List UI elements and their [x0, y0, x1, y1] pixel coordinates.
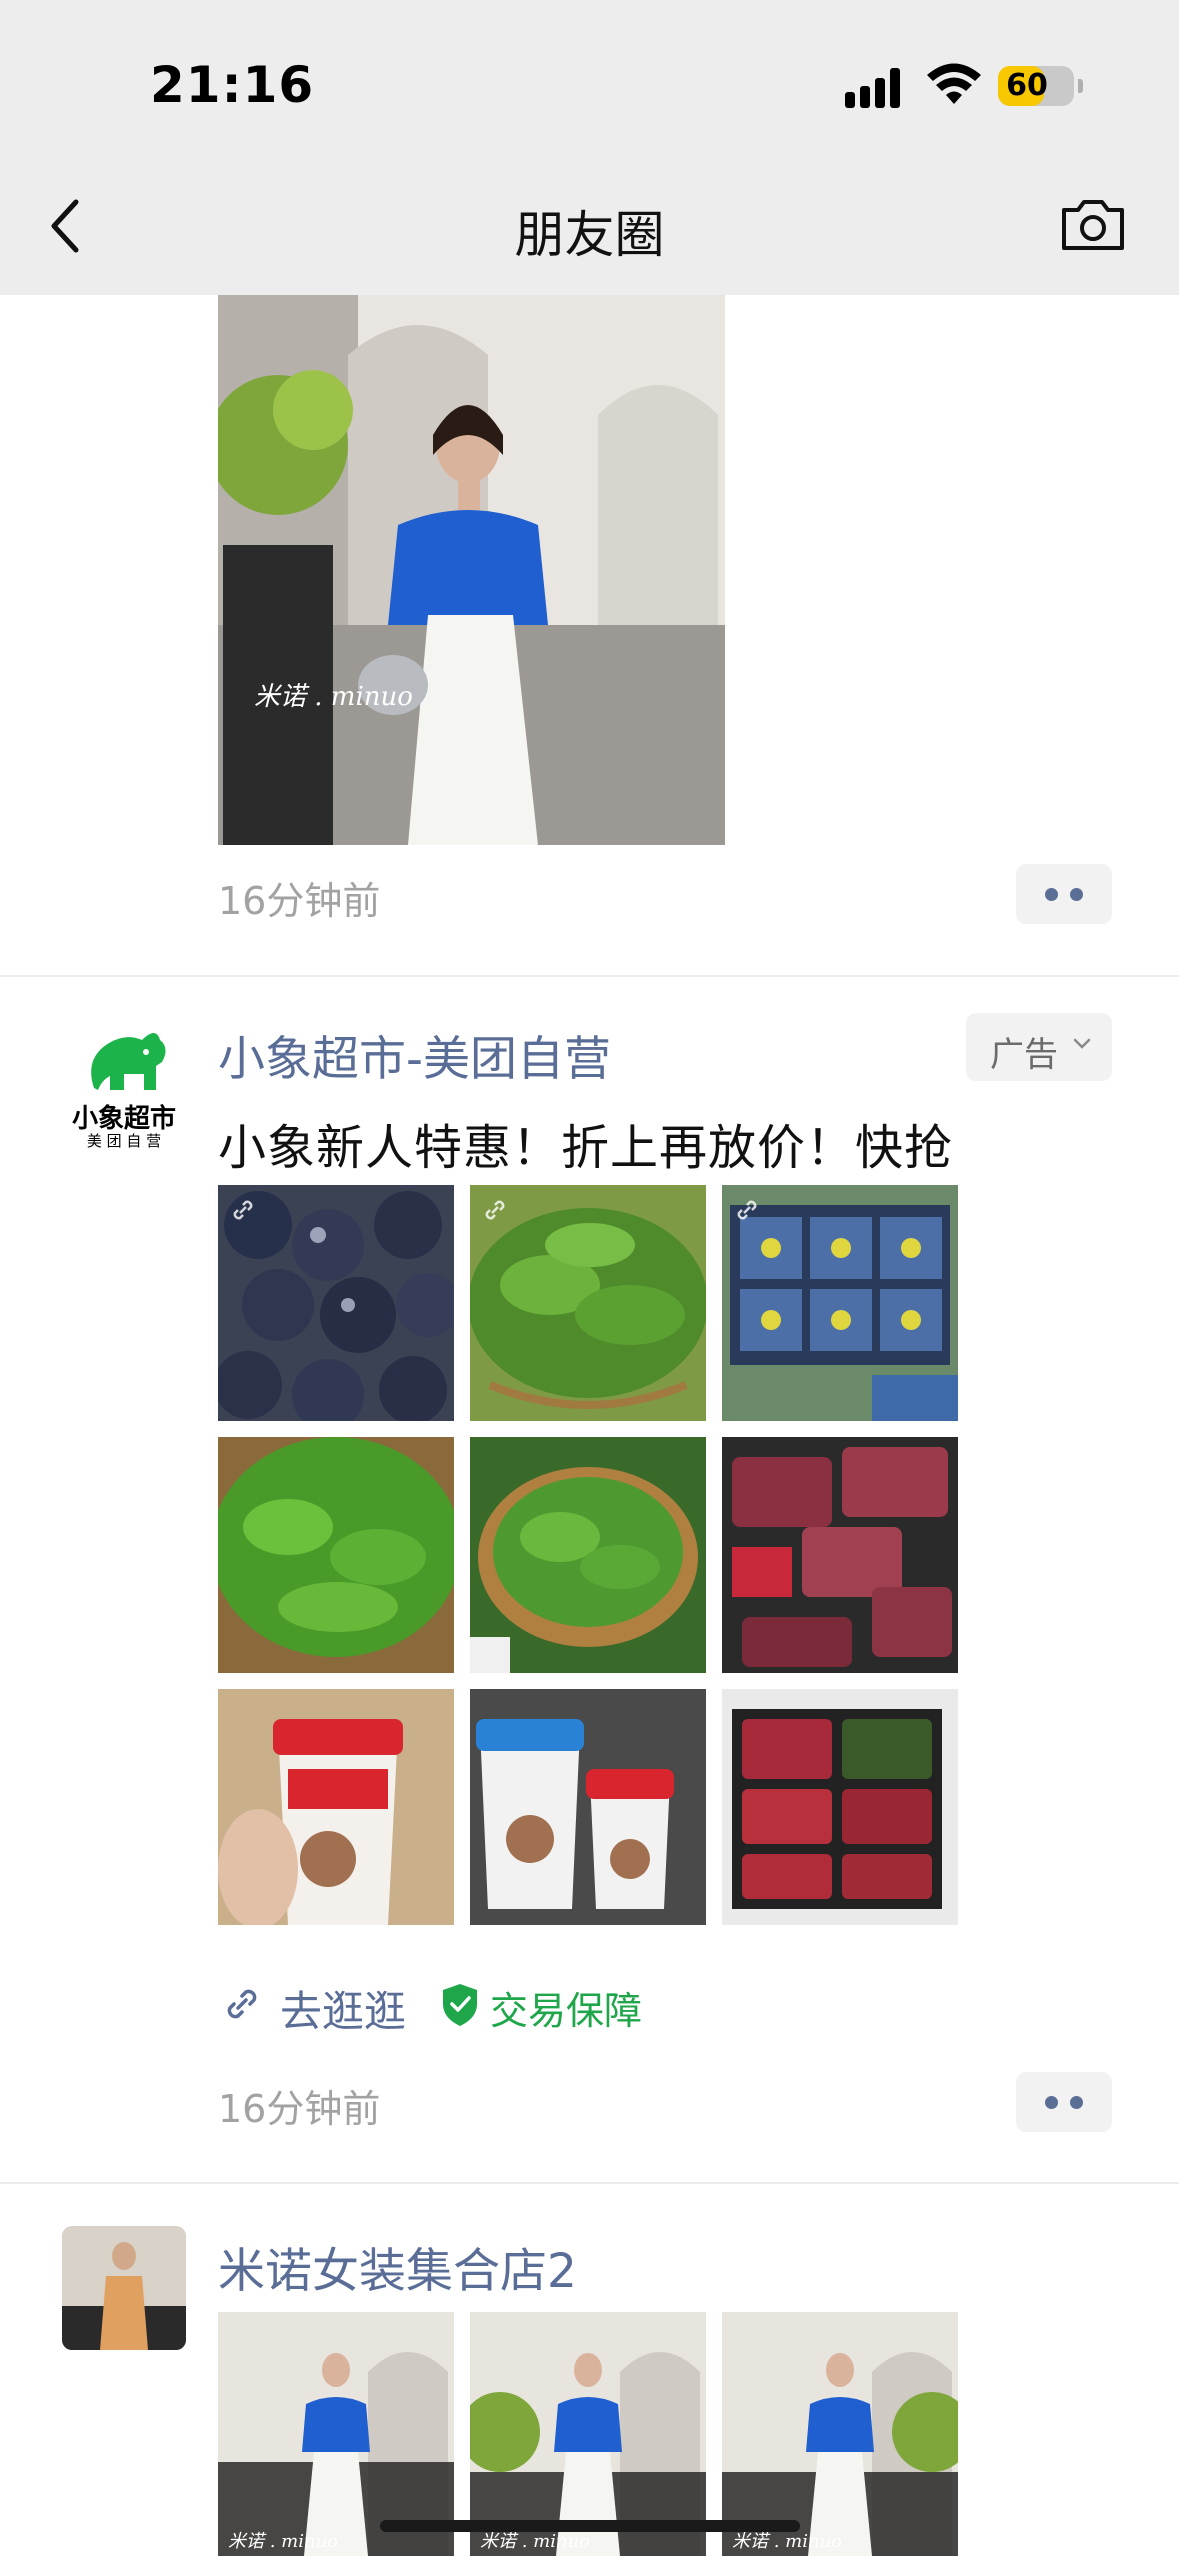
grid-image-pea-shoots-basket[interactable] [218, 1437, 454, 1673]
visit-link-label: 去逛逛 [280, 1987, 407, 2036]
grid-image-yogurt-cups[interactable] [470, 1689, 706, 1925]
post-divider [0, 975, 1179, 977]
more-dots-icon[interactable] [1016, 2072, 1112, 2132]
post-time: 16分钟前 [218, 2087, 381, 2131]
camera-icon[interactable] [1058, 196, 1128, 254]
guarantee-label: 交易保障 [490, 1989, 643, 2033]
grid-image-beef-trays[interactable] [722, 1437, 958, 1673]
wifi-icon [927, 63, 981, 104]
home-indicator[interactable] [380, 2520, 800, 2532]
grid-image-greens-basket[interactable] [470, 1437, 706, 1673]
ad-label: 广告 [990, 1035, 1058, 1075]
cellular-signal-icon [845, 66, 905, 108]
photo-watermark: 米诺 . minuo [254, 682, 413, 712]
link-icon [485, 1200, 505, 1220]
link-icon [737, 1200, 757, 1220]
photo-watermark: 米诺 . minuo [228, 2531, 338, 2552]
more-dots-icon[interactable] [1016, 864, 1112, 924]
post-time: 16分钟前 [218, 879, 381, 923]
shield-check-icon [443, 1984, 477, 2026]
link-icon [233, 1200, 253, 1220]
chevron-down-icon [1073, 1038, 1091, 1049]
elephant-logo-icon [91, 1033, 166, 1090]
advertiser-logo[interactable]: 小象超市 美 团 自 营 [64, 1018, 184, 1150]
photo-watermark: 米诺 . minuo [480, 2531, 590, 2552]
logo-text-sub: 美 团 自 营 [86, 1132, 162, 1150]
battery-level: 60 [1006, 68, 1048, 103]
status-time: 21:16 [150, 56, 315, 114]
post-text: 小象新人特惠！折上再放价！快抢 [218, 1120, 954, 1176]
grid-image-yogurt-cup-red[interactable] [218, 1689, 454, 1925]
grid-image-meat-platter[interactable] [722, 1689, 958, 1925]
post-divider [0, 2182, 1179, 2184]
avatar[interactable] [62, 2226, 186, 2350]
post-author[interactable]: 米诺女装集合店2 [218, 2232, 577, 2301]
post-photo[interactable]: 米诺 . minuo [218, 295, 725, 845]
link-icon [227, 1989, 257, 2019]
page-title: 朋友圈 [514, 206, 665, 264]
post-author[interactable]: 小象超市-美团自营 [218, 1020, 611, 1089]
top-bar: 21:16 60 朋友圈 [0, 0, 1179, 295]
battery-icon: 60 [998, 66, 1083, 106]
ad-badge[interactable]: 广告 [966, 1013, 1112, 1081]
photo-watermark: 米诺 . minuo [732, 2531, 842, 2552]
